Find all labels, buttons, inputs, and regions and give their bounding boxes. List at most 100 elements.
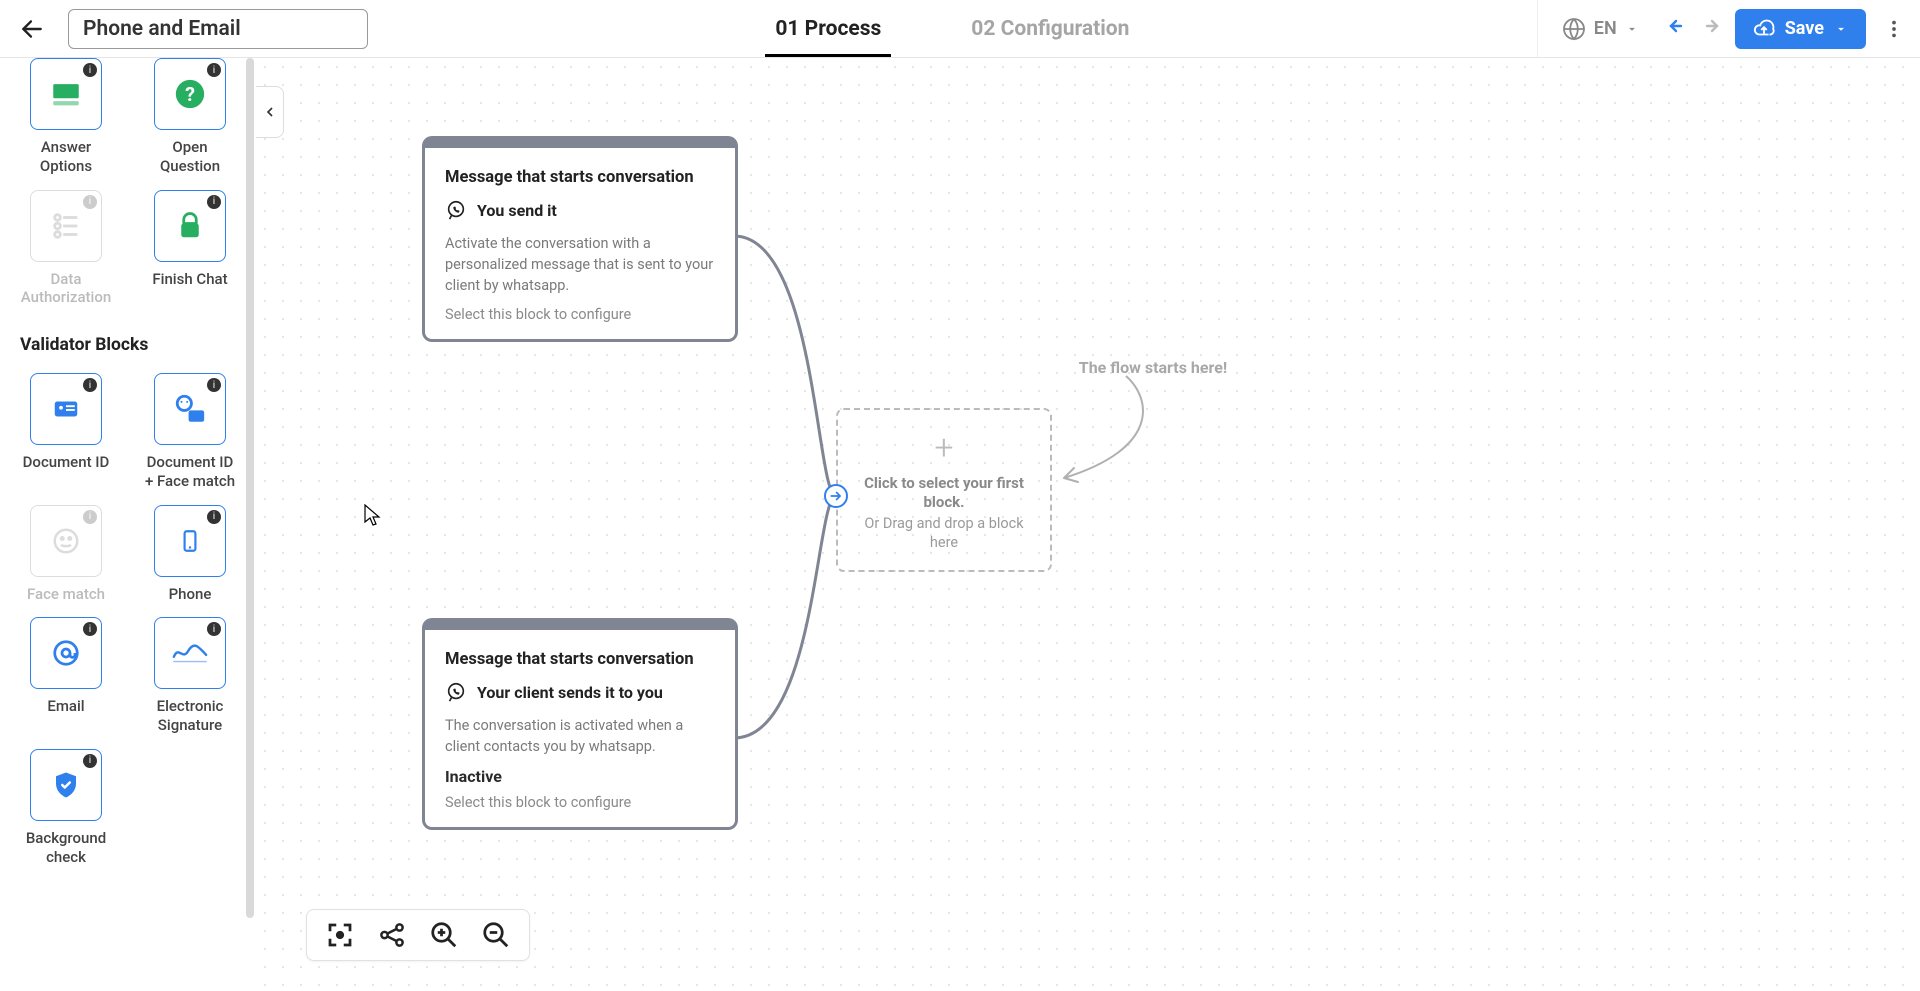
more-vertical-icon: [1883, 18, 1905, 40]
block-email[interactable]: i Email: [18, 617, 114, 735]
globe-icon: [1562, 17, 1586, 41]
zoom-in-button[interactable]: [429, 920, 459, 950]
answer-options-icon: [49, 77, 83, 111]
collapse-sidebar-button[interactable]: [256, 86, 284, 138]
card-title: Message that starts conversation: [445, 650, 715, 669]
block-label: Document ID + Face match: [142, 453, 238, 491]
card-title: Message that starts conversation: [445, 168, 715, 187]
email-icon: [51, 638, 81, 668]
header-right: EN Save: [1537, 0, 1908, 57]
redo-icon[interactable]: [1697, 17, 1721, 41]
dropzone-line2: Or Drag and drop a block here: [852, 515, 1036, 553]
dropzone-line1: Click to select your first block.: [852, 474, 1036, 513]
info-icon[interactable]: i: [83, 622, 97, 636]
more-menu-button[interactable]: [1880, 9, 1908, 49]
tab-configuration[interactable]: 02 Configuration: [971, 0, 1129, 57]
info-icon[interactable]: i: [207, 63, 221, 77]
language-switch[interactable]: EN: [1562, 17, 1639, 41]
header-tabs: 01 Process 02 Configuration: [384, 0, 1521, 57]
first-block-dropzone[interactable]: + Click to select your first block. Or D…: [836, 408, 1052, 572]
block-open-question[interactable]: i ? Open Question: [142, 58, 238, 176]
auto-layout-button[interactable]: [377, 920, 407, 950]
block-label: Open Question: [142, 138, 238, 176]
flow-title-input[interactable]: [68, 9, 368, 49]
card-client-sends[interactable]: Message that starts conversation Your cl…: [422, 618, 738, 830]
face-match-icon: [51, 526, 81, 556]
info-icon[interactable]: i: [207, 622, 221, 636]
card-configure-hint: Select this block to configure: [445, 794, 715, 811]
block-label: Document ID: [23, 453, 110, 472]
fit-view-button[interactable]: [325, 920, 355, 950]
top-blocks-grid: i Answer Options i ? Open Question i Dat…: [18, 58, 238, 307]
svg-text:?: ?: [185, 83, 195, 106]
block-label: Email: [47, 697, 84, 716]
block-electronic-signature[interactable]: i Electronic Signature: [142, 617, 238, 735]
block-document-id-face-match[interactable]: i Document ID + Face match: [142, 373, 238, 491]
zoom-out-icon: [481, 920, 511, 950]
info-icon[interactable]: i: [83, 63, 97, 77]
document-face-icon: [173, 392, 207, 426]
chevron-down-icon: [1834, 22, 1848, 36]
info-icon[interactable]: i: [207, 378, 221, 392]
save-button[interactable]: Save: [1735, 9, 1866, 49]
block-face-match[interactable]: i Face match: [18, 505, 114, 604]
block-label: Electronic Signature: [142, 697, 238, 735]
phone-icon: [177, 528, 203, 554]
card-inactive-label: Inactive: [445, 767, 715, 786]
info-icon[interactable]: i: [207, 510, 221, 524]
info-icon[interactable]: i: [83, 195, 97, 209]
share-nodes-icon: [377, 920, 407, 950]
card-configure-hint: Select this block to configure: [445, 306, 715, 323]
main: i Answer Options i ? Open Question i Dat…: [0, 58, 1920, 991]
undo-redo-group: [1667, 17, 1721, 41]
plus-icon: +: [934, 428, 953, 468]
block-label: Background check: [18, 829, 114, 867]
sidebar: i Answer Options i ? Open Question i Dat…: [0, 58, 256, 991]
block-data-authorization[interactable]: i Data Authorization: [18, 190, 114, 308]
save-label: Save: [1785, 18, 1824, 39]
tab-process[interactable]: 01 Process: [775, 0, 881, 57]
flow-start-hint: The flow starts here!: [1068, 358, 1238, 379]
cloud-save-icon: [1753, 18, 1775, 40]
flow-entry-point[interactable]: [824, 484, 848, 508]
card-you-send-it[interactable]: Message that starts conversation You sen…: [422, 136, 738, 342]
card-subtitle: Your client sends it to you: [477, 683, 663, 702]
info-icon[interactable]: i: [83, 754, 97, 768]
block-finish-chat[interactable]: i Finish Chat: [142, 190, 238, 308]
info-icon[interactable]: i: [83, 510, 97, 524]
chevron-left-icon: [262, 104, 278, 120]
zoom-out-button[interactable]: [481, 920, 511, 950]
whatsapp-icon: [445, 199, 467, 221]
arrow-right-icon: [829, 489, 843, 503]
header: 01 Process 02 Configuration EN Save: [0, 0, 1920, 58]
signature-icon: [171, 639, 209, 667]
open-question-icon: ?: [173, 77, 207, 111]
block-phone[interactable]: i Phone: [142, 505, 238, 604]
block-background-check[interactable]: i Background check: [18, 749, 114, 867]
card-description: The conversation is activated when a cli…: [445, 715, 715, 757]
chevron-down-icon: [1625, 22, 1639, 36]
info-icon[interactable]: i: [83, 378, 97, 392]
block-answer-options[interactable]: i Answer Options: [18, 58, 114, 176]
background-check-icon: [51, 770, 81, 800]
document-id-icon: [51, 394, 81, 424]
arrow-left-icon: [19, 16, 45, 42]
canvas-toolbar: [306, 909, 530, 961]
block-document-id[interactable]: i Document ID: [18, 373, 114, 491]
whatsapp-icon: [445, 681, 467, 703]
data-authorization-icon: [49, 209, 83, 243]
back-button[interactable]: [12, 9, 52, 49]
finish-chat-icon: [175, 211, 205, 241]
sidebar-scrollbar[interactable]: [246, 58, 254, 918]
block-label: Finish Chat: [152, 270, 227, 289]
validator-blocks-title: Validator Blocks: [20, 335, 238, 355]
info-icon[interactable]: i: [207, 195, 221, 209]
fit-view-icon: [325, 920, 355, 950]
block-label: Answer Options: [18, 138, 114, 176]
flow-canvas[interactable]: Message that starts conversation You sen…: [256, 58, 1920, 991]
mouse-cursor-icon: [364, 504, 382, 526]
validator-blocks-grid: i Document ID i Document ID + Face match…: [18, 373, 238, 866]
block-label: Face match: [27, 585, 105, 604]
undo-icon[interactable]: [1667, 17, 1691, 41]
block-label: Data Authorization: [18, 270, 114, 308]
